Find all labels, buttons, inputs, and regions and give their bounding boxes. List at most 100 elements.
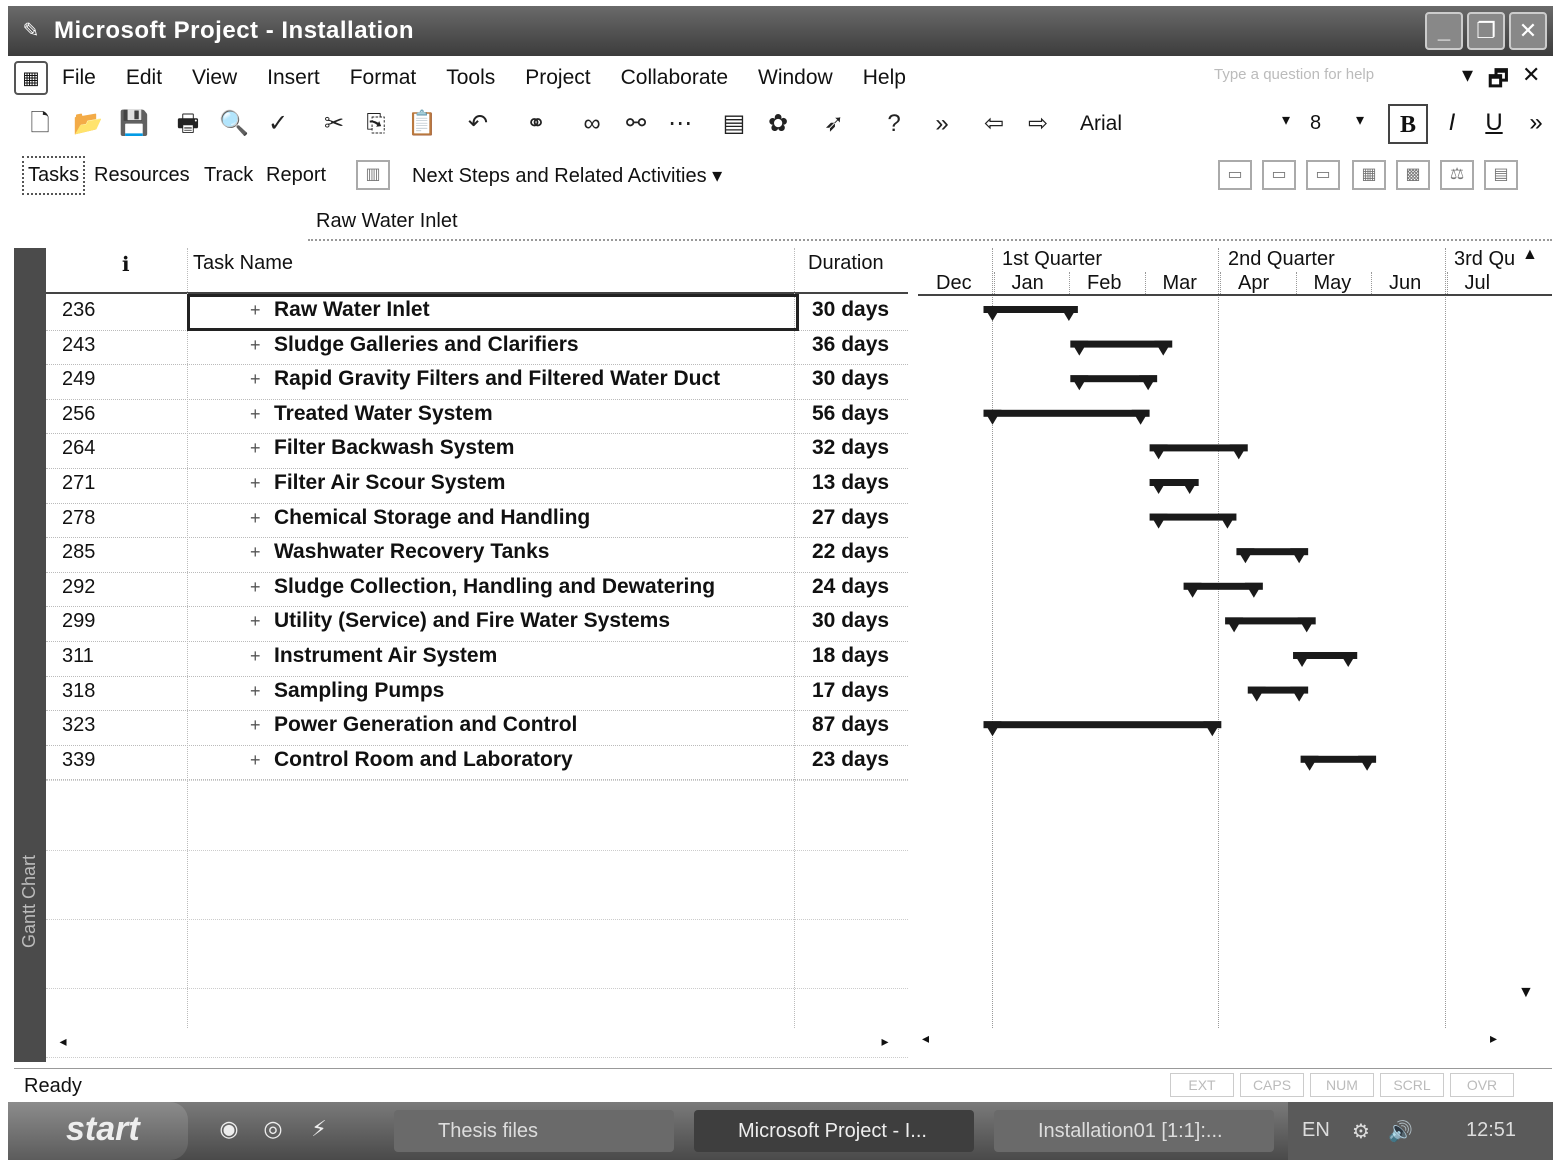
summary-bar[interactable] (1293, 652, 1358, 667)
summary-bar[interactable] (1236, 548, 1309, 564)
resource-view-icon[interactable]: ⚖ (1440, 160, 1474, 190)
task-name-cell[interactable]: Sampling Pumps (274, 679, 444, 703)
quicklaunch-icon[interactable]: ◉ (214, 1116, 244, 1146)
table-row[interactable]: 311 + Instrument Air System 18 days (46, 642, 908, 677)
duration-cell[interactable]: 13 days (812, 471, 889, 495)
tray-icon[interactable]: ⚙ (1352, 1119, 1370, 1144)
volume-icon[interactable]: 🔊 (1388, 1119, 1413, 1144)
indicators-column-icon[interactable]: ℹ (122, 252, 130, 277)
doc-close-button[interactable]: ✕ (1522, 62, 1540, 88)
entry-bar[interactable]: Raw Water Inlet (308, 205, 1552, 241)
ask-question-box[interactable]: Type a question for help (1214, 66, 1374, 83)
expand-icon[interactable]: + (250, 473, 261, 494)
save-icon[interactable]: 💾 (118, 108, 150, 140)
summary-bar[interactable] (983, 721, 1222, 737)
project-app-icon[interactable]: ✎ (18, 18, 44, 44)
menu-format[interactable]: Format (350, 66, 417, 90)
task-name-cell[interactable]: Sludge Collection, Handling and Dewateri… (274, 575, 715, 599)
task-name-cell[interactable]: Sludge Galleries and Clarifiers (274, 333, 579, 357)
expand-icon[interactable]: + (250, 750, 261, 771)
expand-icon[interactable]: + (250, 611, 261, 632)
table-row[interactable]: 278 + Chemical Storage and Handling 27 days (46, 504, 908, 539)
table-row[interactable]: 292 + Sludge Collection, Handling and Dewa… (46, 573, 908, 608)
new-icon[interactable]: 🗋 (24, 108, 56, 140)
table-row[interactable]: 243 + Sludge Galleries and Clarifiers 36 da… (46, 331, 908, 366)
font-size-box[interactable]: 8 (1310, 112, 1321, 135)
task-name-column-header[interactable]: Task Name (193, 252, 293, 275)
expand-icon[interactable]: + (250, 715, 261, 736)
summary-bar[interactable] (1149, 513, 1237, 529)
taskbar-item-thesis-files[interactable]: Thesis files (394, 1110, 674, 1152)
menu-view[interactable]: View (192, 66, 237, 90)
doc-restore-button[interactable]: 🗗 (1488, 62, 1509, 100)
duration-cell[interactable]: 22 days (812, 540, 889, 564)
summary-bar[interactable] (1247, 686, 1309, 702)
cut-icon[interactable]: ✂ (318, 108, 350, 140)
link-tasks-icon[interactable]: ∞ (576, 108, 608, 140)
document-icon[interactable]: ▦ (14, 61, 48, 95)
calendar-view-icon[interactable]: ▦ (1352, 160, 1386, 190)
toolbar-options-icon[interactable]: » (926, 108, 958, 140)
summary-bar[interactable] (1225, 617, 1316, 633)
bold-button[interactable]: B (1388, 104, 1428, 144)
taskbar-item-installation01[interactable]: Installation01 [1:1]:... (994, 1110, 1274, 1152)
quicklaunch-icon[interactable]: ◎ (258, 1116, 288, 1146)
table-view-icon[interactable]: ▤ (1484, 160, 1518, 190)
undo-icon[interactable]: ↶ (462, 108, 494, 140)
scroll-right-icon[interactable]: ▸ (872, 1028, 898, 1054)
summary-bar[interactable] (1300, 755, 1377, 771)
expand-icon[interactable]: + (250, 335, 261, 356)
scroll-down-icon[interactable]: ▼ (1518, 984, 1534, 1002)
print-preview-icon[interactable]: 🔍 (218, 108, 250, 140)
underline-button[interactable]: U (1474, 104, 1514, 144)
summary-bar[interactable] (1070, 340, 1173, 356)
guide-tab-track[interactable]: Track (204, 164, 253, 187)
view-icon-1[interactable]: ▭ (1218, 160, 1252, 190)
duration-column-header[interactable]: Duration (808, 252, 884, 275)
view-icon-2[interactable]: ▭ (1262, 160, 1296, 190)
entry-bar-value[interactable]: Raw Water Inlet (316, 210, 458, 233)
italic-button[interactable]: I (1432, 104, 1472, 144)
network-view-icon[interactable]: ▩ (1396, 160, 1430, 190)
duration-cell[interactable]: 56 days (812, 402, 889, 426)
taskbar-item-microsoft-project[interactable]: Microsoft Project - I... (694, 1110, 974, 1152)
summary-bar[interactable] (1149, 444, 1248, 460)
menu-project[interactable]: Project (525, 66, 590, 90)
summary-bar[interactable] (1183, 582, 1263, 598)
menu-collaborate[interactable]: Collaborate (621, 66, 728, 90)
duration-cell[interactable]: 32 days (812, 436, 889, 460)
task-name-cell[interactable]: Washwater Recovery Tanks (274, 540, 549, 564)
summary-bar[interactable] (983, 409, 1150, 425)
table-row[interactable]: 299 + Utility (Service) and Fire Water Sys… (46, 607, 908, 642)
table-row[interactable]: 318 + Sampling Pumps 17 days (46, 677, 908, 712)
table-row[interactable]: 339 + Control Room and Laboratory 23 days (46, 746, 908, 781)
duration-cell[interactable]: 24 days (812, 575, 889, 599)
table-row[interactable]: 249 + Rapid Gravity Filters and Filtered W… (46, 365, 908, 400)
font-name-box[interactable]: Arial (1080, 112, 1122, 136)
summary-bar[interactable] (1149, 479, 1199, 494)
expand-icon[interactable]: + (250, 404, 261, 425)
scroll-up-icon[interactable]: ▲ (1522, 246, 1538, 264)
duration-cell[interactable]: 30 days (812, 367, 889, 391)
table-hscroll-left[interactable]: ◂ (46, 1028, 116, 1054)
expand-icon[interactable]: + (250, 681, 261, 702)
guide-tab-resources[interactable]: Resources (94, 164, 190, 187)
quicklaunch-icon[interactable]: ⚡ (304, 1116, 334, 1146)
menu-tools[interactable]: Tools (446, 66, 495, 90)
copy-icon[interactable]: ⎘ (360, 108, 392, 140)
duration-cell[interactable]: 23 days (812, 748, 889, 772)
gantt-scroll-right-icon[interactable]: ▸ (1490, 1030, 1497, 1047)
task-name-cell[interactable]: Control Room and Laboratory (274, 748, 573, 772)
expand-icon[interactable]: + (250, 577, 261, 598)
table-hscroll-right[interactable]: ▸ (866, 1028, 906, 1054)
hyperlink-icon[interactable]: ⚭ (520, 108, 552, 140)
open-icon[interactable]: 📂 (72, 108, 104, 140)
doc-dropdown-icon[interactable]: ▾ (1462, 62, 1473, 88)
duration-cell[interactable]: 87 days (812, 713, 889, 737)
print-icon[interactable]: 🖶 (172, 108, 204, 140)
expand-icon[interactable]: + (250, 542, 261, 563)
language-indicator[interactable]: EN (1302, 1119, 1330, 1142)
unlink-tasks-icon[interactable]: ⚯ (620, 108, 652, 140)
view-bar[interactable]: Gantt Chart (14, 248, 46, 1062)
maximize-button[interactable]: ❐ (1467, 12, 1505, 50)
